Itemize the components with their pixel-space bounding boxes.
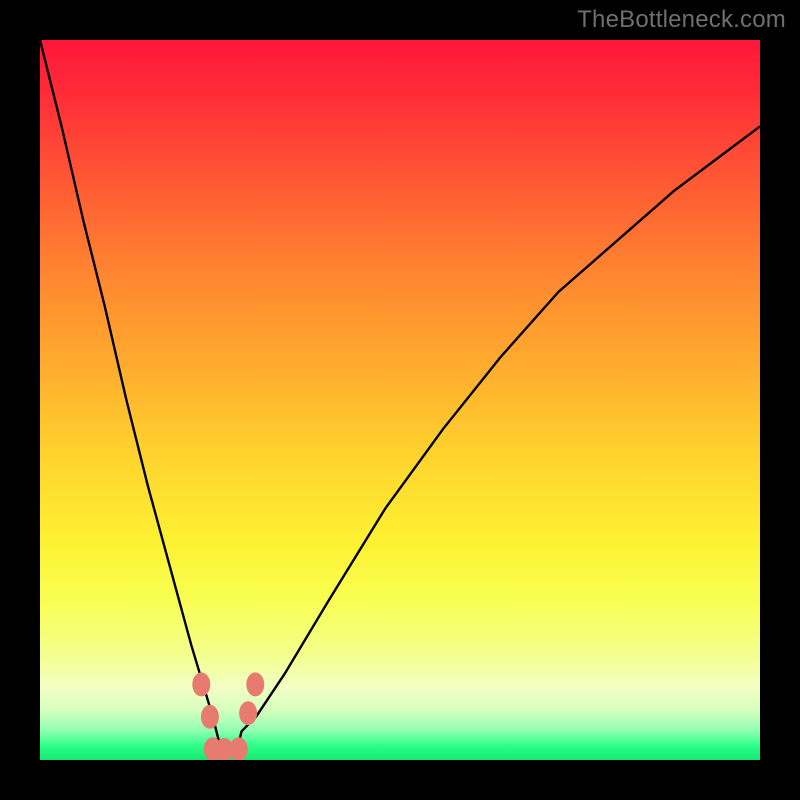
bottleneck-curve (40, 40, 760, 746)
curve-layer (40, 40, 760, 760)
marker-bottom-c (230, 737, 248, 760)
marker-left-upper (192, 672, 210, 696)
marker-left-lower (201, 705, 219, 729)
marker-right-upper (246, 672, 264, 696)
curve-markers (192, 672, 264, 760)
plot-area (40, 40, 760, 760)
marker-right-lower (239, 701, 257, 725)
chart-frame: TheBottleneck.com (0, 0, 800, 800)
watermark-text: TheBottleneck.com (577, 6, 786, 34)
